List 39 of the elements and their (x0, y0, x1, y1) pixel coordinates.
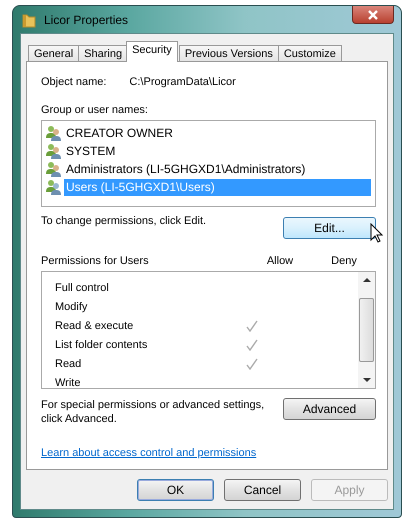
permission-name: Write (55, 376, 82, 388)
close-button[interactable] (352, 6, 394, 24)
users-icon (46, 179, 62, 195)
users-icon (46, 161, 62, 177)
advanced-button[interactable]: Advanced (283, 398, 376, 420)
object-name-value: C:\ProgramData\Licor (129, 76, 236, 88)
group-list-label: Group or user names: (41, 104, 149, 116)
group-name[interactable]: SYSTEM (64, 142, 118, 160)
tab[interactable]: General (28, 45, 80, 62)
dialog-button[interactable]: Cancel (224, 479, 301, 501)
permission-name: Read & execute (55, 320, 134, 332)
tab[interactable]: Previous Versions (178, 45, 279, 62)
advanced-hint: For special permissions or advanced settings, click Advanced. (41, 398, 266, 426)
permissions-label: Permissions for Users (41, 255, 150, 267)
users-icon (46, 125, 62, 141)
users-icon (46, 143, 62, 159)
tab[interactable]: Sharing (78, 45, 128, 62)
tab[interactable]: Customize (278, 45, 342, 62)
permission-name: Read (55, 358, 82, 370)
help-link[interactable]: Learn about access control and permissions (41, 447, 256, 459)
permission-name: List folder contents (55, 338, 148, 350)
close-icon (367, 10, 379, 20)
group-name[interactable]: Administrators (LI-5GHGXD1\Administrators) (64, 160, 308, 178)
dialog-button[interactable]: OK (137, 479, 214, 501)
window-title: Licor Properties (44, 12, 128, 26)
edit-hint: To change permissions, click Edit. (41, 215, 206, 227)
group-name[interactable]: CREATOR OWNER (64, 124, 175, 142)
mouse-cursor-icon (370, 223, 384, 243)
deny-header: Deny (330, 255, 358, 267)
tab[interactable]: Security (126, 41, 178, 62)
folder-icon (22, 12, 36, 28)
scroll-up-icon[interactable] (362, 277, 370, 282)
edit-button[interactable]: Edit... (283, 217, 376, 239)
scroll-down-icon[interactable] (362, 378, 370, 383)
scrollbar[interactable] (358, 272, 375, 388)
permission-name: Full control (55, 282, 110, 294)
permission-name: Modify (55, 300, 88, 312)
allow-header: Allow (266, 255, 294, 267)
object-name-label: Object name: (41, 76, 106, 88)
